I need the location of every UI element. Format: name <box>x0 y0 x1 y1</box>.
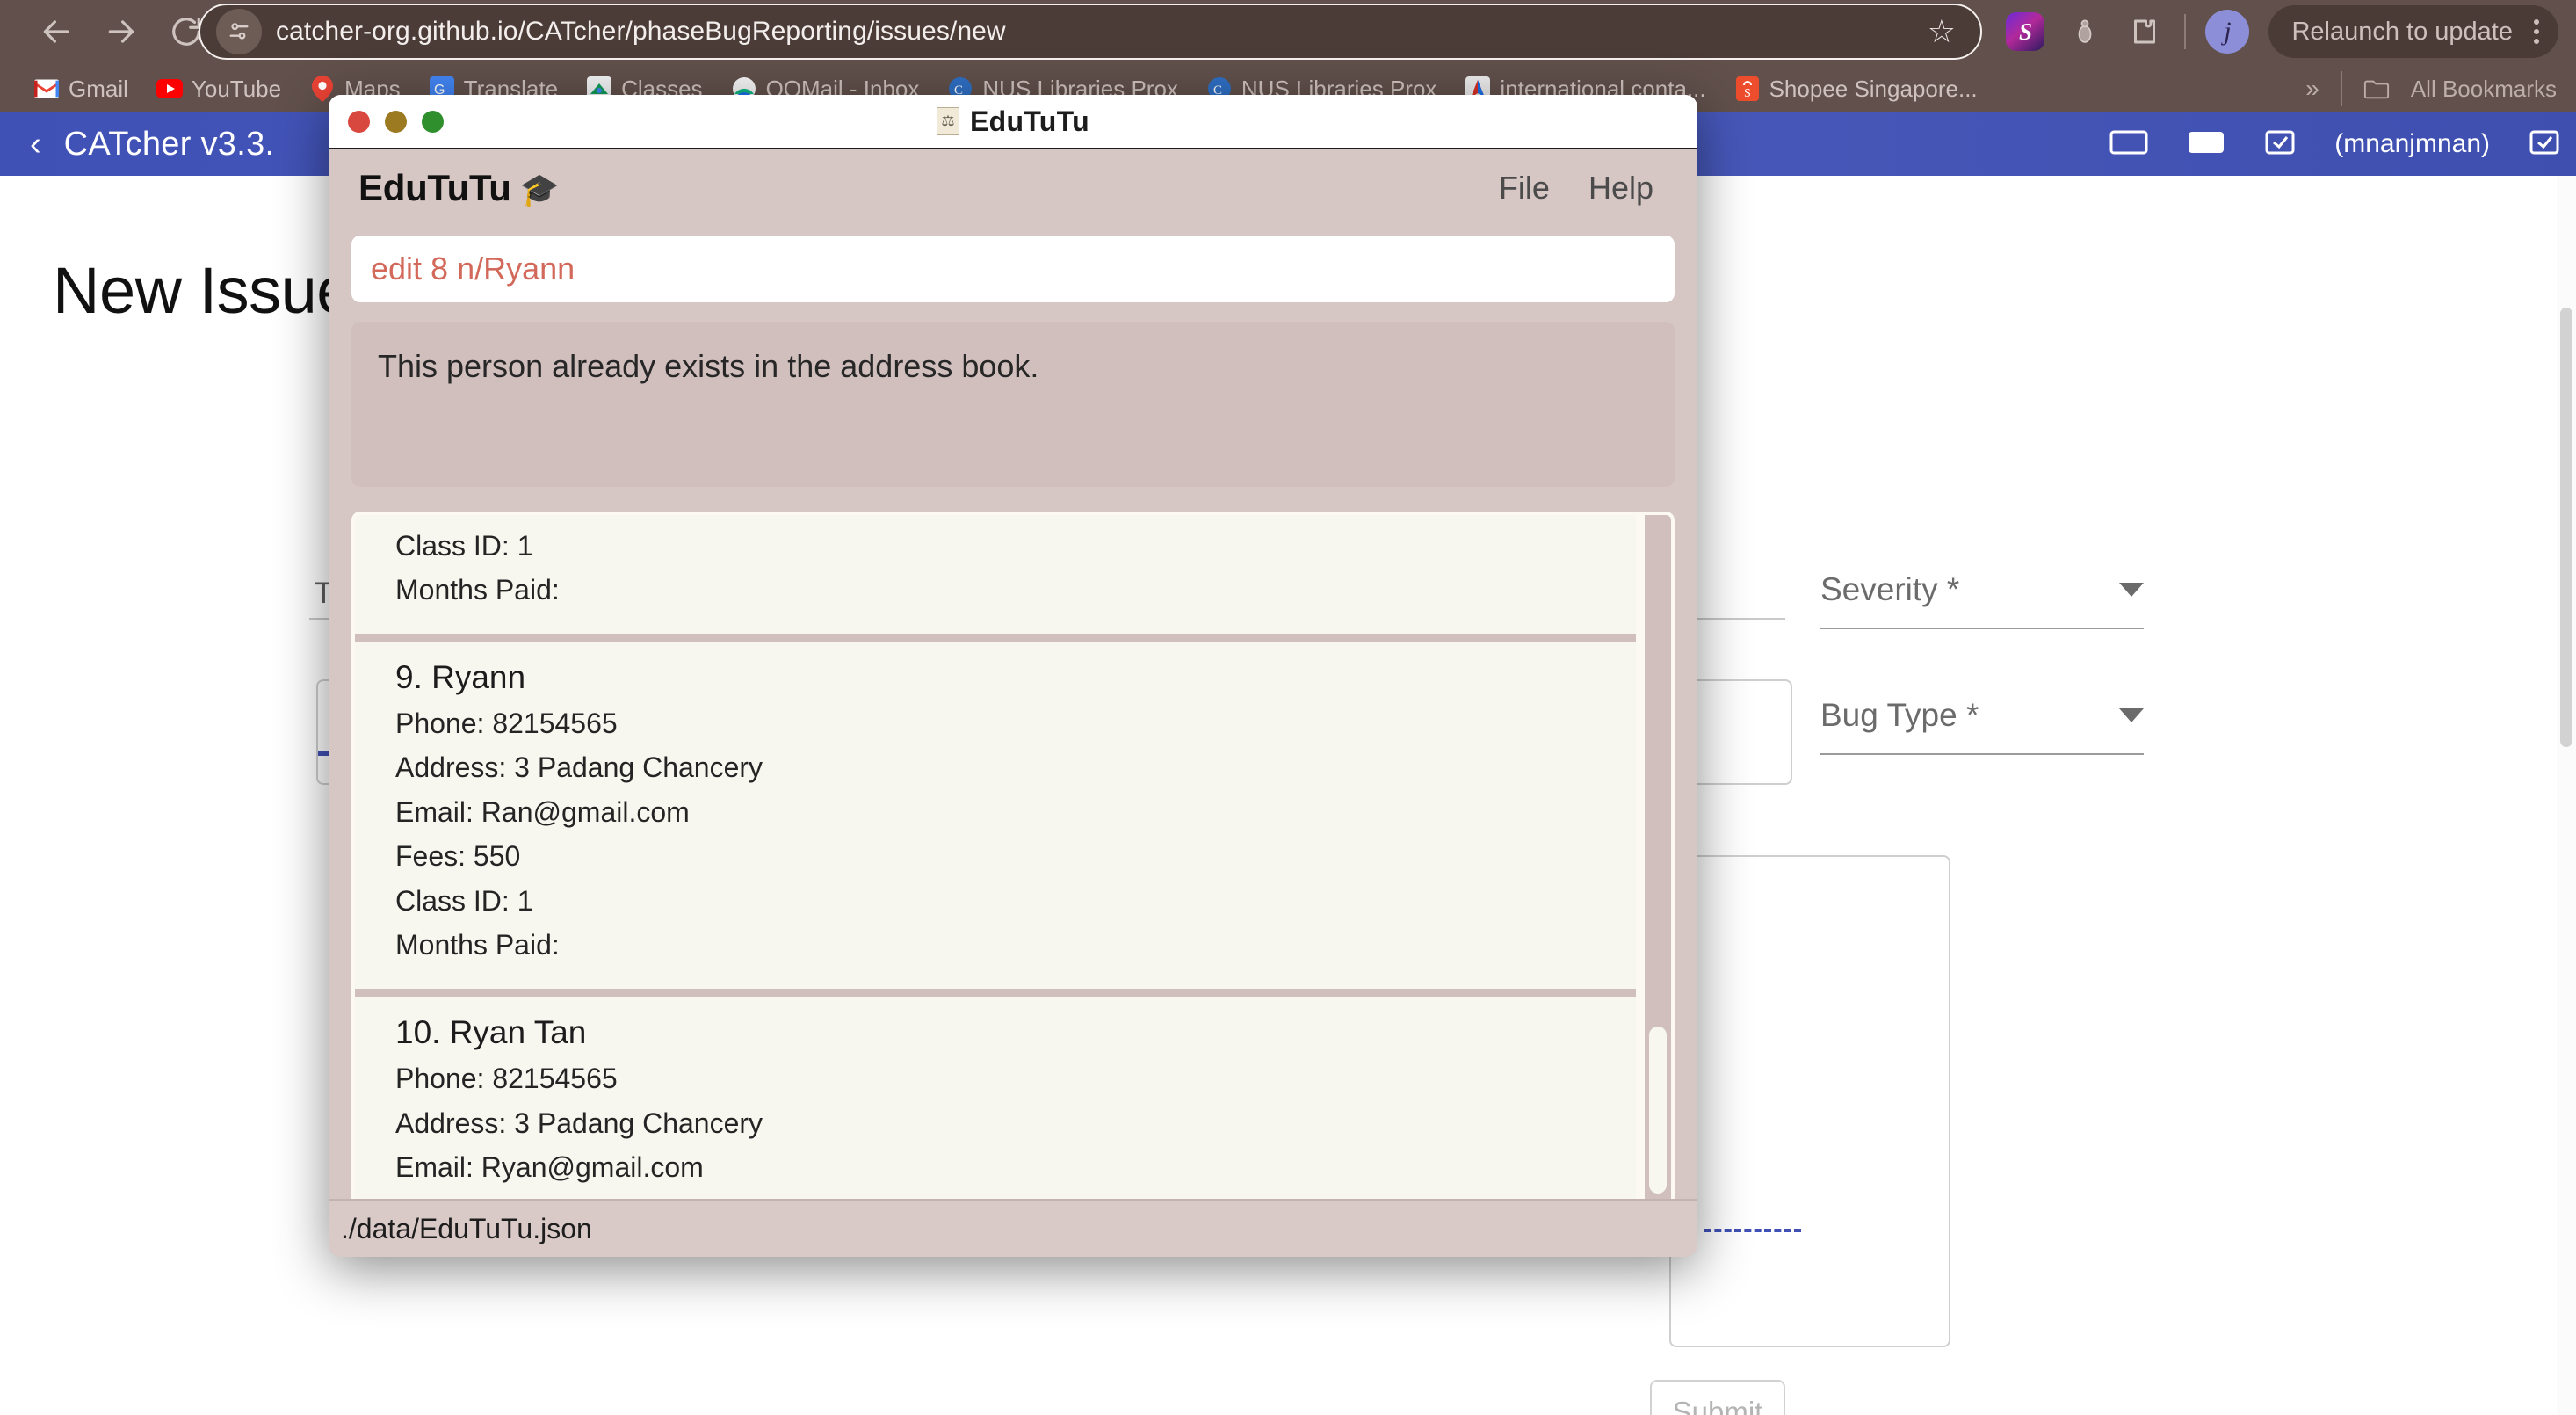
app-header: EduTuTu 🎓 File Help <box>329 149 1697 227</box>
status-file-path: ./data/EduTuTu.json <box>341 1213 592 1245</box>
person-list-panel[interactable]: Address: 3 Padang Chancery Email: Ryan@g… <box>351 512 1675 1208</box>
edututu-app-window[interactable]: ⚖ EduTuTu EduTuTu 🎓 File Help edit 8 n/R… <box>329 95 1697 1257</box>
page-scrollbar-thumb[interactable] <box>2560 308 2572 747</box>
app-window-icon: ⚖ <box>937 107 959 135</box>
severity-select[interactable]: Severity * <box>1820 571 2144 629</box>
youtube-icon <box>156 76 183 102</box>
bug-type-label: Bug Type * <box>1820 697 1979 734</box>
person-months-paid: Months Paid: <box>395 923 1596 968</box>
minimize-window-button[interactable] <box>385 111 407 133</box>
all-bookmarks-label[interactable]: All Bookmarks <box>2411 76 2557 103</box>
status-bar: ./data/EduTuTu.json <box>329 1199 1697 1257</box>
window-title: EduTuTu <box>970 105 1089 138</box>
app-titlebar[interactable]: ⚖ EduTuTu <box>329 95 1697 149</box>
person-class-id: Class ID: 1 <box>395 879 1596 924</box>
bookmark-label: YouTube <box>192 76 281 103</box>
graduation-cap-icon: 🎓 <box>520 174 560 206</box>
app-menu-bar: File Help <box>1499 170 1668 207</box>
person-email: Email: Ran@gmail.com <box>395 790 1596 835</box>
extension-s-badge: S <box>2006 12 2044 51</box>
list-item[interactable]: Address: 3 Padang Chancery Email: Ryan@g… <box>355 512 1636 642</box>
brand-name: EduTuTu <box>358 167 511 209</box>
forward-arrow-icon[interactable] <box>97 7 146 56</box>
result-display: This person already exists in the addres… <box>351 322 1675 487</box>
bookmarks-bar-right: » All Bookmarks <box>2305 71 2557 106</box>
inbox-icon[interactable] <box>2187 128 2225 161</box>
bookmarks-divider <box>2341 71 2342 106</box>
catcher-app-title: CATcher v3.3. <box>64 126 275 163</box>
person-phone: Phone: 82154565 <box>395 701 1596 746</box>
bookmark-star-icon[interactable]: ☆ <box>1928 16 1956 47</box>
command-input[interactable]: edit 8 n/Ryann <box>351 236 1675 302</box>
result-message: This person already exists in the addres… <box>378 348 1038 384</box>
chevron-down-icon <box>2119 708 2144 722</box>
relaunch-label: Relaunch to update <box>2291 18 2513 47</box>
list-scrollbar-thumb[interactable] <box>1649 1027 1667 1194</box>
toolbar-divider <box>2184 14 2186 49</box>
address-bar[interactable]: catcher-org.github.io/CATcher/phaseBugRe… <box>199 4 1982 60</box>
navbar-back-icon[interactable]: ‹ <box>0 127 64 161</box>
extension-icon-s[interactable]: S <box>2005 11 2045 52</box>
menu-item-help[interactable]: Help <box>1588 170 1653 207</box>
list-item[interactable]: 9. Ryann Phone: 82154565 Address: 3 Pada… <box>355 642 1636 997</box>
list-item[interactable]: 10. Ryan Tan Phone: 82154565 Address: 3 … <box>355 997 1636 1208</box>
person-address: Address: 3 Padang Chancery <box>395 1101 1596 1146</box>
shopee-icon: S <box>1734 76 1761 102</box>
keyboard-icon[interactable] <box>2109 128 2148 161</box>
window-title-group: ⚖ EduTuTu <box>329 105 1697 138</box>
relaunch-to-update-button[interactable]: Relaunch to update <box>2268 5 2558 58</box>
menu-item-file[interactable]: File <box>1499 170 1550 207</box>
bug-icon[interactable] <box>2065 11 2105 52</box>
browser-toolbar-right: S j Relaunch to update <box>2005 0 2558 63</box>
person-phone: Phone: 82154565 <box>395 1056 1596 1101</box>
browser-nav-buttons <box>16 0 211 63</box>
person-name: 9. Ryann <box>395 659 1596 696</box>
person-fees: Fees: 550 <box>395 512 1596 524</box>
bookmark-shopee[interactable]: S Shopee Singapore... <box>1720 69 1992 109</box>
editor-divider <box>1704 1229 1801 1232</box>
window-controls <box>329 111 444 133</box>
logout-icon[interactable] <box>2529 128 2560 161</box>
bug-type-underline <box>1820 753 2144 755</box>
list-scrollbar-track[interactable] <box>1645 515 1671 1204</box>
profile-avatar[interactable]: j <box>2205 10 2249 54</box>
person-email: Email: Ryan@gmail.com <box>395 1145 1596 1190</box>
folder-icon <box>2363 76 2390 102</box>
severity-underline <box>1820 628 2144 629</box>
back-arrow-icon[interactable] <box>32 7 81 56</box>
person-months-paid: Months Paid: <box>395 568 1596 613</box>
command-input-value: edit 8 n/Ryann <box>371 250 575 287</box>
chrome-menu-icon[interactable] <box>2527 19 2546 44</box>
app-brand: EduTuTu 🎓 <box>358 167 559 209</box>
checkbox-icon[interactable] <box>2264 128 2296 161</box>
bookmark-youtube[interactable]: YouTube <box>142 69 295 109</box>
description-panel[interactable] <box>1669 855 1950 1347</box>
navbar-username: (mnanjmnan) <box>2334 129 2490 159</box>
bookmark-gmail[interactable]: Gmail <box>19 69 142 109</box>
maximize-window-button[interactable] <box>422 111 444 133</box>
site-settings-icon[interactable] <box>216 9 262 54</box>
gmail-icon <box>33 76 60 102</box>
bookmark-label: Gmail <box>69 76 128 103</box>
severity-label: Severity * <box>1820 571 1959 608</box>
submit-button[interactable]: Submit <box>1650 1380 1785 1415</box>
person-list: Address: 3 Padang Chancery Email: Ryan@g… <box>355 512 1636 1208</box>
bug-type-select[interactable]: Bug Type * <box>1820 697 2144 755</box>
extensions-puzzle-icon[interactable] <box>2124 11 2165 52</box>
svg-text:S: S <box>1744 87 1751 100</box>
person-address: Address: 3 Padang Chancery <box>395 745 1596 790</box>
person-class-id: Class ID: 1 <box>395 524 1596 569</box>
page-title: New Issue <box>53 253 352 328</box>
close-window-button[interactable] <box>348 111 370 133</box>
address-bar-url: catcher-org.github.io/CATcher/phaseBugRe… <box>276 17 1006 47</box>
page-scrollbar-track[interactable] <box>2557 176 2576 1415</box>
bookmarks-overflow-icon[interactable]: » <box>2305 75 2319 103</box>
chevron-down-icon <box>2119 583 2144 597</box>
navbar-actions: (mnanjmnan) <box>2109 128 2560 161</box>
bookmark-label: Shopee Singapore... <box>1769 76 1978 103</box>
person-name: 10. Ryan Tan <box>395 1014 1596 1051</box>
person-fees: Fees: 550 <box>395 834 1596 879</box>
